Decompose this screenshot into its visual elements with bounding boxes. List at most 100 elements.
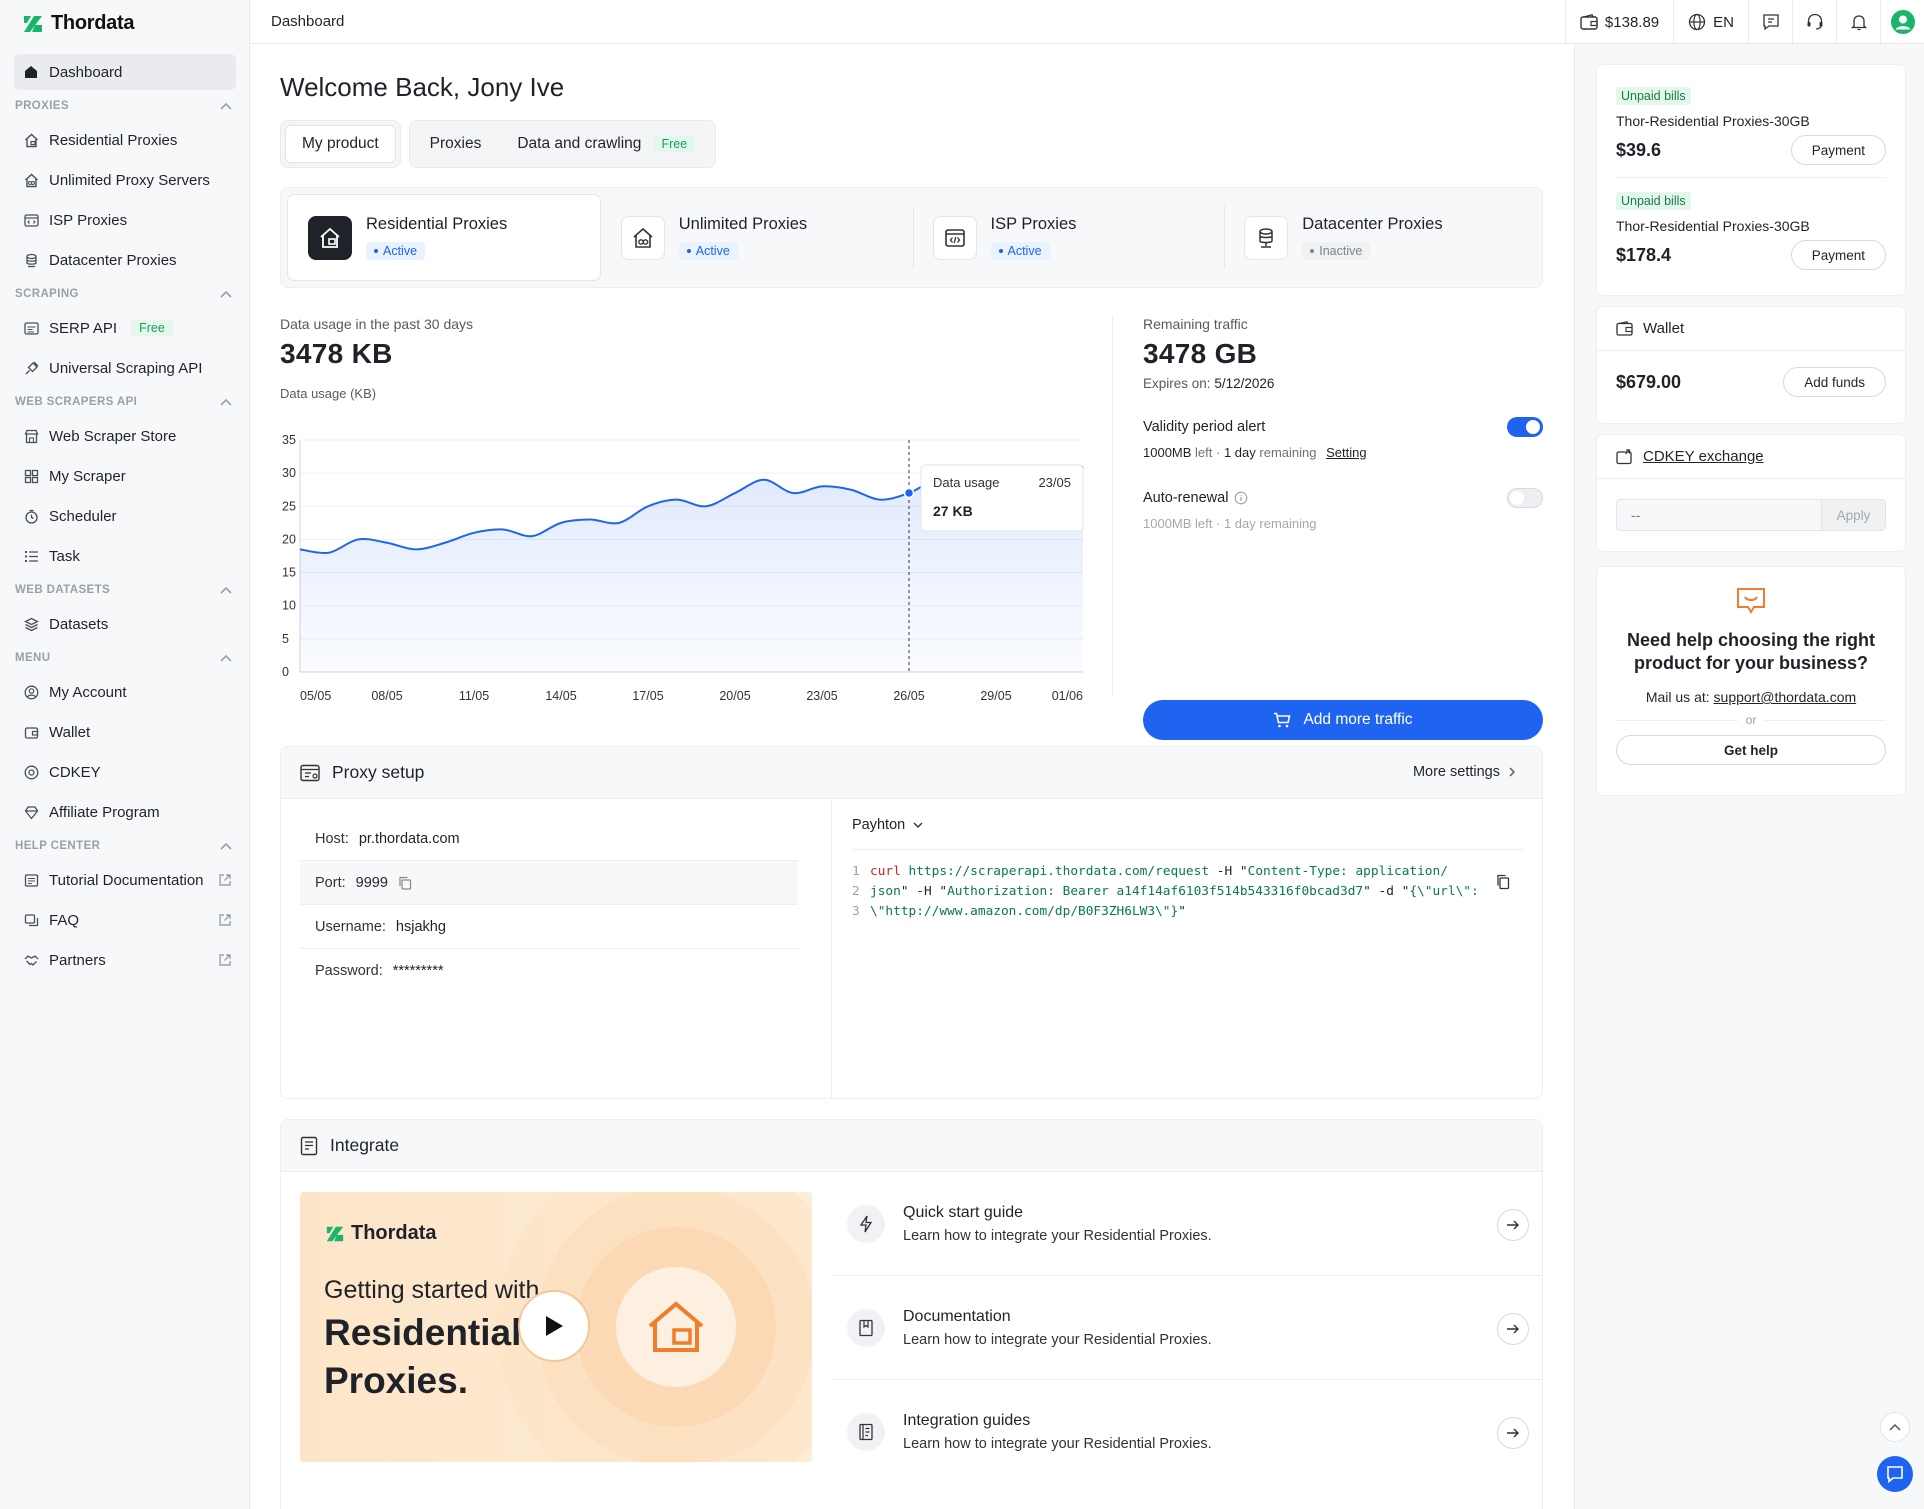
section-web-datasets[interactable]: WEB DATASETS	[14, 578, 236, 602]
bill-price: $178.4	[1616, 244, 1672, 265]
integration-guides-link[interactable]: Integration guides Learn how to integrat…	[832, 1380, 1543, 1484]
sidebar-item-wallet[interactable]: Wallet	[14, 714, 236, 750]
divider	[1112, 316, 1113, 696]
host-value[interactable]: pr.thordata.com	[359, 831, 460, 847]
remaining-value: 3478 GB	[1143, 338, 1258, 369]
messages-button[interactable]	[1748, 0, 1792, 44]
language-dropdown[interactable]: Payhton	[852, 817, 1524, 850]
more-settings-link[interactable]: More settings	[1413, 764, 1516, 780]
scroll-to-top-button[interactable]	[1880, 1412, 1910, 1442]
sidebar-item-tutorial-documentation[interactable]: Tutorial Documentation	[14, 862, 236, 898]
sidebar-item-faq[interactable]: FAQ	[14, 902, 236, 938]
add-funds-button[interactable]: Add funds	[1783, 367, 1886, 397]
setting-link[interactable]: Setting	[1326, 445, 1366, 460]
sidebar-item-datacenter-proxies[interactable]: Datacenter Proxies	[14, 242, 236, 278]
code-token: https://scraperapi.thordata.com/request	[908, 864, 1210, 879]
product-tabs: My product Proxies Data and crawling Fre…	[280, 120, 717, 168]
sidebar-item-my-account[interactable]: My Account	[14, 674, 236, 710]
validity-toggle[interactable]	[1507, 417, 1543, 437]
add-traffic-button[interactable]: Add more traffic	[1143, 700, 1543, 740]
cdkey-input[interactable]	[1617, 500, 1821, 530]
usage-chart-svg[interactable]: 0 5 10 15 20 25 30 35 05/05 08/05 11/05 14/05 17/05…	[280, 430, 1085, 720]
profile-button[interactable]	[1880, 0, 1924, 44]
tab-proxies[interactable]: Proxies	[414, 125, 498, 163]
play-button[interactable]	[518, 1290, 590, 1362]
payment-button[interactable]: Payment	[1790, 135, 1886, 165]
sidebar-item-label: My Account	[49, 683, 127, 701]
support-button[interactable]	[1792, 0, 1836, 44]
card-title: Integrate	[330, 1135, 400, 1155]
sidebar-item-cdkey[interactable]: CDKEY	[14, 754, 236, 790]
get-help-button[interactable]: Get help	[1616, 735, 1886, 765]
arrow-right-icon[interactable]	[1497, 1313, 1529, 1345]
product-card-datacenter[interactable]: Datacenter Proxies Inactive	[1224, 194, 1536, 281]
cart-icon	[1274, 712, 1291, 728]
username-value[interactable]: hsjakhg	[396, 919, 446, 935]
sidebar-item-label: Datacenter Proxies	[49, 251, 177, 269]
house-illustration-icon	[648, 1301, 704, 1352]
tab-data-crawling[interactable]: Data and crawling Free	[501, 125, 711, 163]
sidebar-item-partners[interactable]: Partners	[14, 942, 236, 978]
sidebar-item-dashboard[interactable]: Dashboard	[14, 54, 236, 90]
product-card-residential[interactable]: Residential Proxies Active	[287, 194, 601, 281]
port-value[interactable]: 9999	[356, 875, 388, 891]
copy-code-icon[interactable]	[1496, 874, 1510, 890]
sidebar-item-scheduler[interactable]: Scheduler	[14, 498, 236, 534]
proxy-credentials: Host: pr.thordata.com Port: 9999 Usernam…	[300, 817, 798, 993]
bill-item: Unpaid bills Thor-Residential Proxies-30…	[1597, 178, 1905, 270]
cdkey-card: CDKEY exchange Apply	[1596, 434, 1906, 552]
chat-help-icon	[1737, 588, 1765, 614]
cdkey-title[interactable]: CDKEY exchange	[1643, 448, 1764, 465]
x-tick-label: 23/05	[806, 689, 837, 703]
amount: 1000MB	[1143, 516, 1192, 531]
code-token: " -H "	[900, 884, 948, 899]
arrow-right-icon[interactable]	[1497, 1417, 1529, 1449]
sidebar-item-datasets[interactable]: Datasets	[14, 606, 236, 642]
sidebar-item-isp-proxies[interactable]: ISP Proxies	[14, 202, 236, 238]
expires-line: Expires on: 5/12/2026	[1143, 376, 1543, 391]
notifications-button[interactable]	[1836, 0, 1880, 44]
sidebar-item-unlimited-proxy-servers[interactable]: Unlimited Proxy Servers	[14, 162, 236, 198]
sidebar-item-residential-proxies[interactable]: Residential Proxies	[14, 122, 236, 158]
section-menu[interactable]: MENU	[14, 646, 236, 670]
section-help-center[interactable]: HELP CENTER	[14, 834, 236, 858]
section-proxies[interactable]: PROXIES	[14, 94, 236, 118]
balance-amount: $138.89	[1604, 13, 1660, 31]
password-value[interactable]: *********	[393, 963, 444, 979]
sidebar-item-my-scraper[interactable]: My Scraper	[14, 458, 236, 494]
sidebar-item-web-scraper-store[interactable]: Web Scraper Store	[14, 418, 236, 454]
section-web-scrapers[interactable]: WEB SCRAPERS API	[14, 390, 236, 414]
or-divider: or	[1616, 713, 1886, 727]
tab-my-product[interactable]: My product	[285, 125, 396, 163]
sidebar-item-affiliate-program[interactable]: Affiliate Program	[14, 794, 236, 830]
bill-name: Thor-Residential Proxies-30GB	[1616, 218, 1810, 234]
sidebar-item-serp-api[interactable]: SERP API Free	[14, 310, 236, 346]
quick-start-guide-link[interactable]: Quick start guide Learn how to integrate…	[832, 1172, 1543, 1276]
info-icon[interactable]	[1234, 491, 1248, 505]
support-email-link[interactable]: support@thordata.com	[1714, 689, 1857, 705]
tutorial-video[interactable]: Thordata Getting started with Residentia…	[300, 1192, 812, 1462]
integrate-header: Integrate	[281, 1120, 1542, 1172]
language-selector[interactable]: EN	[1673, 0, 1748, 44]
wallet-title: Wallet	[1643, 320, 1685, 337]
section-scraping[interactable]: SCRAPING	[14, 282, 236, 306]
usage-chart[interactable]: 0 5 10 15 20 25 30 35 05/05 08/05 11/05 14/05 17/05…	[280, 430, 1085, 720]
chevron-right-icon	[1509, 767, 1515, 777]
payment-button[interactable]: Payment	[1790, 240, 1886, 270]
code-block[interactable]: 1 curl https://scraperapi.thordata.com/re…	[852, 862, 1524, 922]
port-label: Port:	[315, 874, 346, 891]
arrow-right-icon[interactable]	[1497, 1209, 1529, 1241]
product-card-isp[interactable]: ISP Proxies Active	[912, 194, 1225, 281]
brand-logo[interactable]: Thordata	[21, 12, 134, 35]
apply-button[interactable]: Apply	[1821, 500, 1885, 530]
link-title: Quick start guide	[903, 1203, 1024, 1221]
balance-button[interactable]: $138.89	[1564, 0, 1673, 44]
sidebar-item-universal-scraping-api[interactable]: Universal Scraping API	[14, 350, 236, 386]
product-card-unlimited[interactable]: Unlimited Proxies Active	[601, 194, 913, 281]
copy-icon[interactable]	[398, 876, 412, 890]
sidebar-item-task[interactable]: Task	[14, 538, 236, 574]
documentation-link[interactable]: Documentation Learn how to integrate you…	[832, 1276, 1543, 1380]
list-icon	[23, 548, 39, 564]
autorenew-toggle[interactable]	[1507, 488, 1543, 508]
chat-widget-button[interactable]	[1877, 1456, 1913, 1492]
